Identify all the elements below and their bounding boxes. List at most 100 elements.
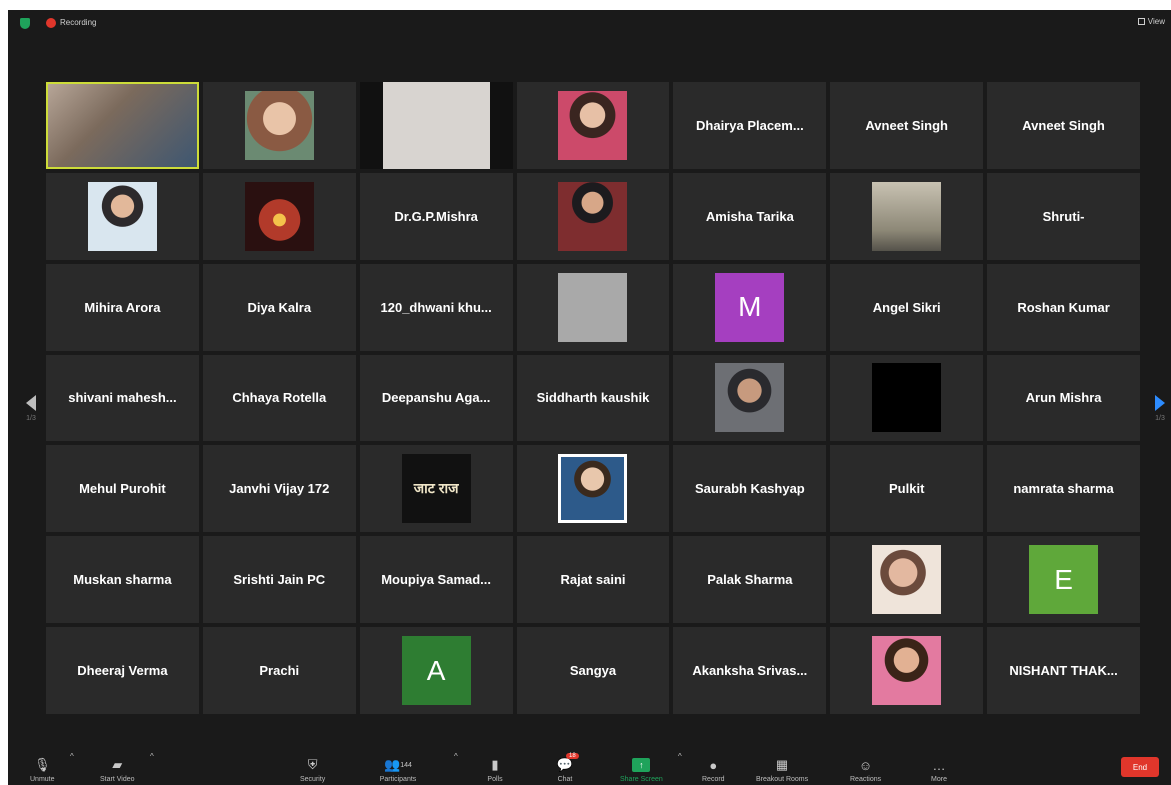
participant-tile[interactable]: Shruti- — [987, 172, 1140, 260]
more-button[interactable]: … More — [930, 758, 948, 784]
avatar-letter: M — [715, 272, 785, 342]
chat-badge: 18 — [566, 753, 579, 759]
participant-tile[interactable] — [516, 172, 670, 260]
breakout-rooms-label: Breakout Rooms — [756, 776, 809, 783]
audio-options-chevron-icon[interactable]: ^ — [70, 752, 74, 761]
participant-tile[interactable] — [202, 172, 356, 260]
participant-tile[interactable] — [46, 172, 199, 260]
participant-tile[interactable]: M — [673, 263, 827, 351]
participant-tile[interactable] — [673, 354, 827, 442]
participant-tile[interactable] — [830, 354, 984, 442]
record-button[interactable]: ● Record — [702, 758, 725, 784]
participant-tile[interactable]: Angel Sikri — [830, 263, 984, 351]
participant-tile[interactable]: Dr.G.P.Mishra — [359, 172, 513, 260]
reactions-button[interactable]: ☺ Reactions — [850, 757, 881, 784]
participant-name: Rajat saini — [560, 572, 626, 588]
avatar-photo — [558, 454, 628, 524]
participant-name: Pulkit — [889, 481, 925, 497]
zoom-meeting-window: Recording View 1/3 1/3 Dhairya Placem...… — [8, 10, 1171, 785]
participant-tile[interactable]: Prachi — [202, 627, 356, 714]
participant-name: Arun Mishra — [1025, 390, 1102, 406]
next-page-button[interactable]: 1/3 — [1155, 395, 1165, 422]
participant-tile[interactable]: Diya Kalra — [202, 263, 356, 351]
participant-tile[interactable]: A — [359, 627, 513, 714]
participant-tile[interactable]: Deepanshu Aga... — [359, 354, 513, 442]
unmute-button[interactable]: 🎙 Unmute — [30, 757, 55, 783]
participant-tile[interactable] — [359, 82, 513, 169]
participant-tile[interactable]: namrata sharma — [987, 445, 1140, 533]
polls-icon: ▮ — [491, 757, 499, 772]
participant-tile[interactable] — [516, 445, 670, 533]
participant-tile[interactable]: Dhairya Placem... — [673, 82, 827, 169]
participant-name: Amisha Tarika — [705, 208, 794, 224]
participant-tile[interactable] — [830, 627, 984, 714]
share-screen-button[interactable]: ↑ Share Screen — [620, 758, 663, 783]
view-label: View — [1147, 17, 1165, 26]
recording-icon — [46, 18, 56, 28]
video-options-chevron-icon[interactable]: ^ — [150, 752, 154, 761]
participant-name: Roshan Kumar — [1017, 299, 1110, 315]
avatar-letter: A — [401, 636, 471, 706]
participant-tile[interactable]: Saurabh Kashyap — [673, 445, 827, 533]
participant-tile[interactable] — [830, 536, 984, 624]
security-button[interactable]: ⛨ Security — [300, 757, 325, 783]
chevron-right-icon — [1155, 395, 1165, 411]
participant-tile[interactable]: Sangya — [516, 627, 670, 714]
participant-tile[interactable] — [516, 263, 670, 351]
participant-tile[interactable]: E — [987, 536, 1140, 624]
participant-tile[interactable] — [830, 172, 984, 260]
participant-tile[interactable]: Chhaya Rotella — [202, 354, 356, 442]
participant-tile[interactable]: जाट राज — [359, 445, 513, 533]
avatar-photo — [872, 545, 942, 615]
participant-name: Akanksha Srivas... — [692, 663, 808, 679]
start-video-label: Start Video — [100, 776, 135, 783]
participant-tile[interactable]: Pulkit — [830, 445, 984, 533]
avatar-photo — [872, 181, 942, 251]
participant-tile[interactable]: Avneet Singh — [987, 82, 1140, 169]
breakout-rooms-button[interactable]: ▦ Breakout Rooms — [756, 757, 809, 783]
participant-tile[interactable]: NISHANT THAK... — [987, 627, 1140, 714]
participant-name: Moupiya Samad... — [381, 572, 492, 588]
participants-options-chevron-icon[interactable]: ^ — [454, 752, 458, 761]
participant-tile[interactable]: Mihira Arora — [46, 263, 199, 351]
shield-icon[interactable] — [20, 18, 30, 29]
participant-tile[interactable]: Akanksha Srivas... — [673, 627, 827, 714]
polls-button[interactable]: ▮ Polls — [486, 757, 504, 783]
participant-tile[interactable]: Muskan sharma — [46, 536, 199, 624]
reactions-icon: ☺ — [858, 757, 873, 773]
participant-tile[interactable]: Srishti Jain PC — [202, 536, 356, 624]
participant-name: Saurabh Kashyap — [694, 481, 805, 497]
participant-tile[interactable] — [202, 82, 356, 169]
participant-name: Avneet Singh — [865, 117, 948, 133]
end-meeting-button[interactable]: End — [1121, 757, 1159, 777]
participant-tile[interactable]: Moupiya Samad... — [359, 536, 513, 624]
participant-tile[interactable]: Mehul Purohit — [46, 445, 199, 533]
participant-tile[interactable]: Amisha Tarika — [673, 172, 827, 260]
share-options-chevron-icon[interactable]: ^ — [678, 752, 682, 761]
participant-tile[interactable]: Siddharth kaushik — [516, 354, 670, 442]
participant-name: Palak Sharma — [707, 572, 793, 588]
chat-button[interactable]: 💬 18 Chat — [556, 753, 579, 783]
participant-tile[interactable]: Palak Sharma — [673, 536, 827, 624]
participant-tile[interactable] — [516, 82, 670, 169]
video-feed — [359, 82, 513, 169]
participant-tile[interactable]: Rajat saini — [516, 536, 670, 624]
participant-tile[interactable]: Arun Mishra — [987, 354, 1140, 442]
participant-tile[interactable] — [46, 82, 199, 169]
participant-tile[interactable]: Dheeraj Verma — [46, 627, 199, 714]
participant-name: Mehul Purohit — [79, 481, 166, 497]
avatar-photo — [872, 636, 942, 706]
prev-page-button[interactable]: 1/3 — [26, 395, 36, 422]
participant-tile[interactable]: Avneet Singh — [830, 82, 984, 169]
start-video-button[interactable]: ▰ Start Video — [100, 757, 135, 783]
participant-tile[interactable]: Janvhi Vijay 172 — [202, 445, 356, 533]
participant-name: Muskan sharma — [73, 572, 172, 588]
view-button[interactable]: View — [1137, 17, 1165, 26]
participant-tile[interactable]: 120_dhwani khu... — [359, 263, 513, 351]
participant-tile[interactable]: shivani mahesh... — [46, 354, 199, 442]
unmute-label: Unmute — [30, 776, 55, 783]
participant-tile[interactable]: Roshan Kumar — [987, 263, 1140, 351]
participants-button[interactable]: 👥 144 Participants — [378, 757, 418, 783]
avatar-photo — [87, 181, 157, 251]
participant-name: Janvhi Vijay 172 — [229, 481, 330, 497]
